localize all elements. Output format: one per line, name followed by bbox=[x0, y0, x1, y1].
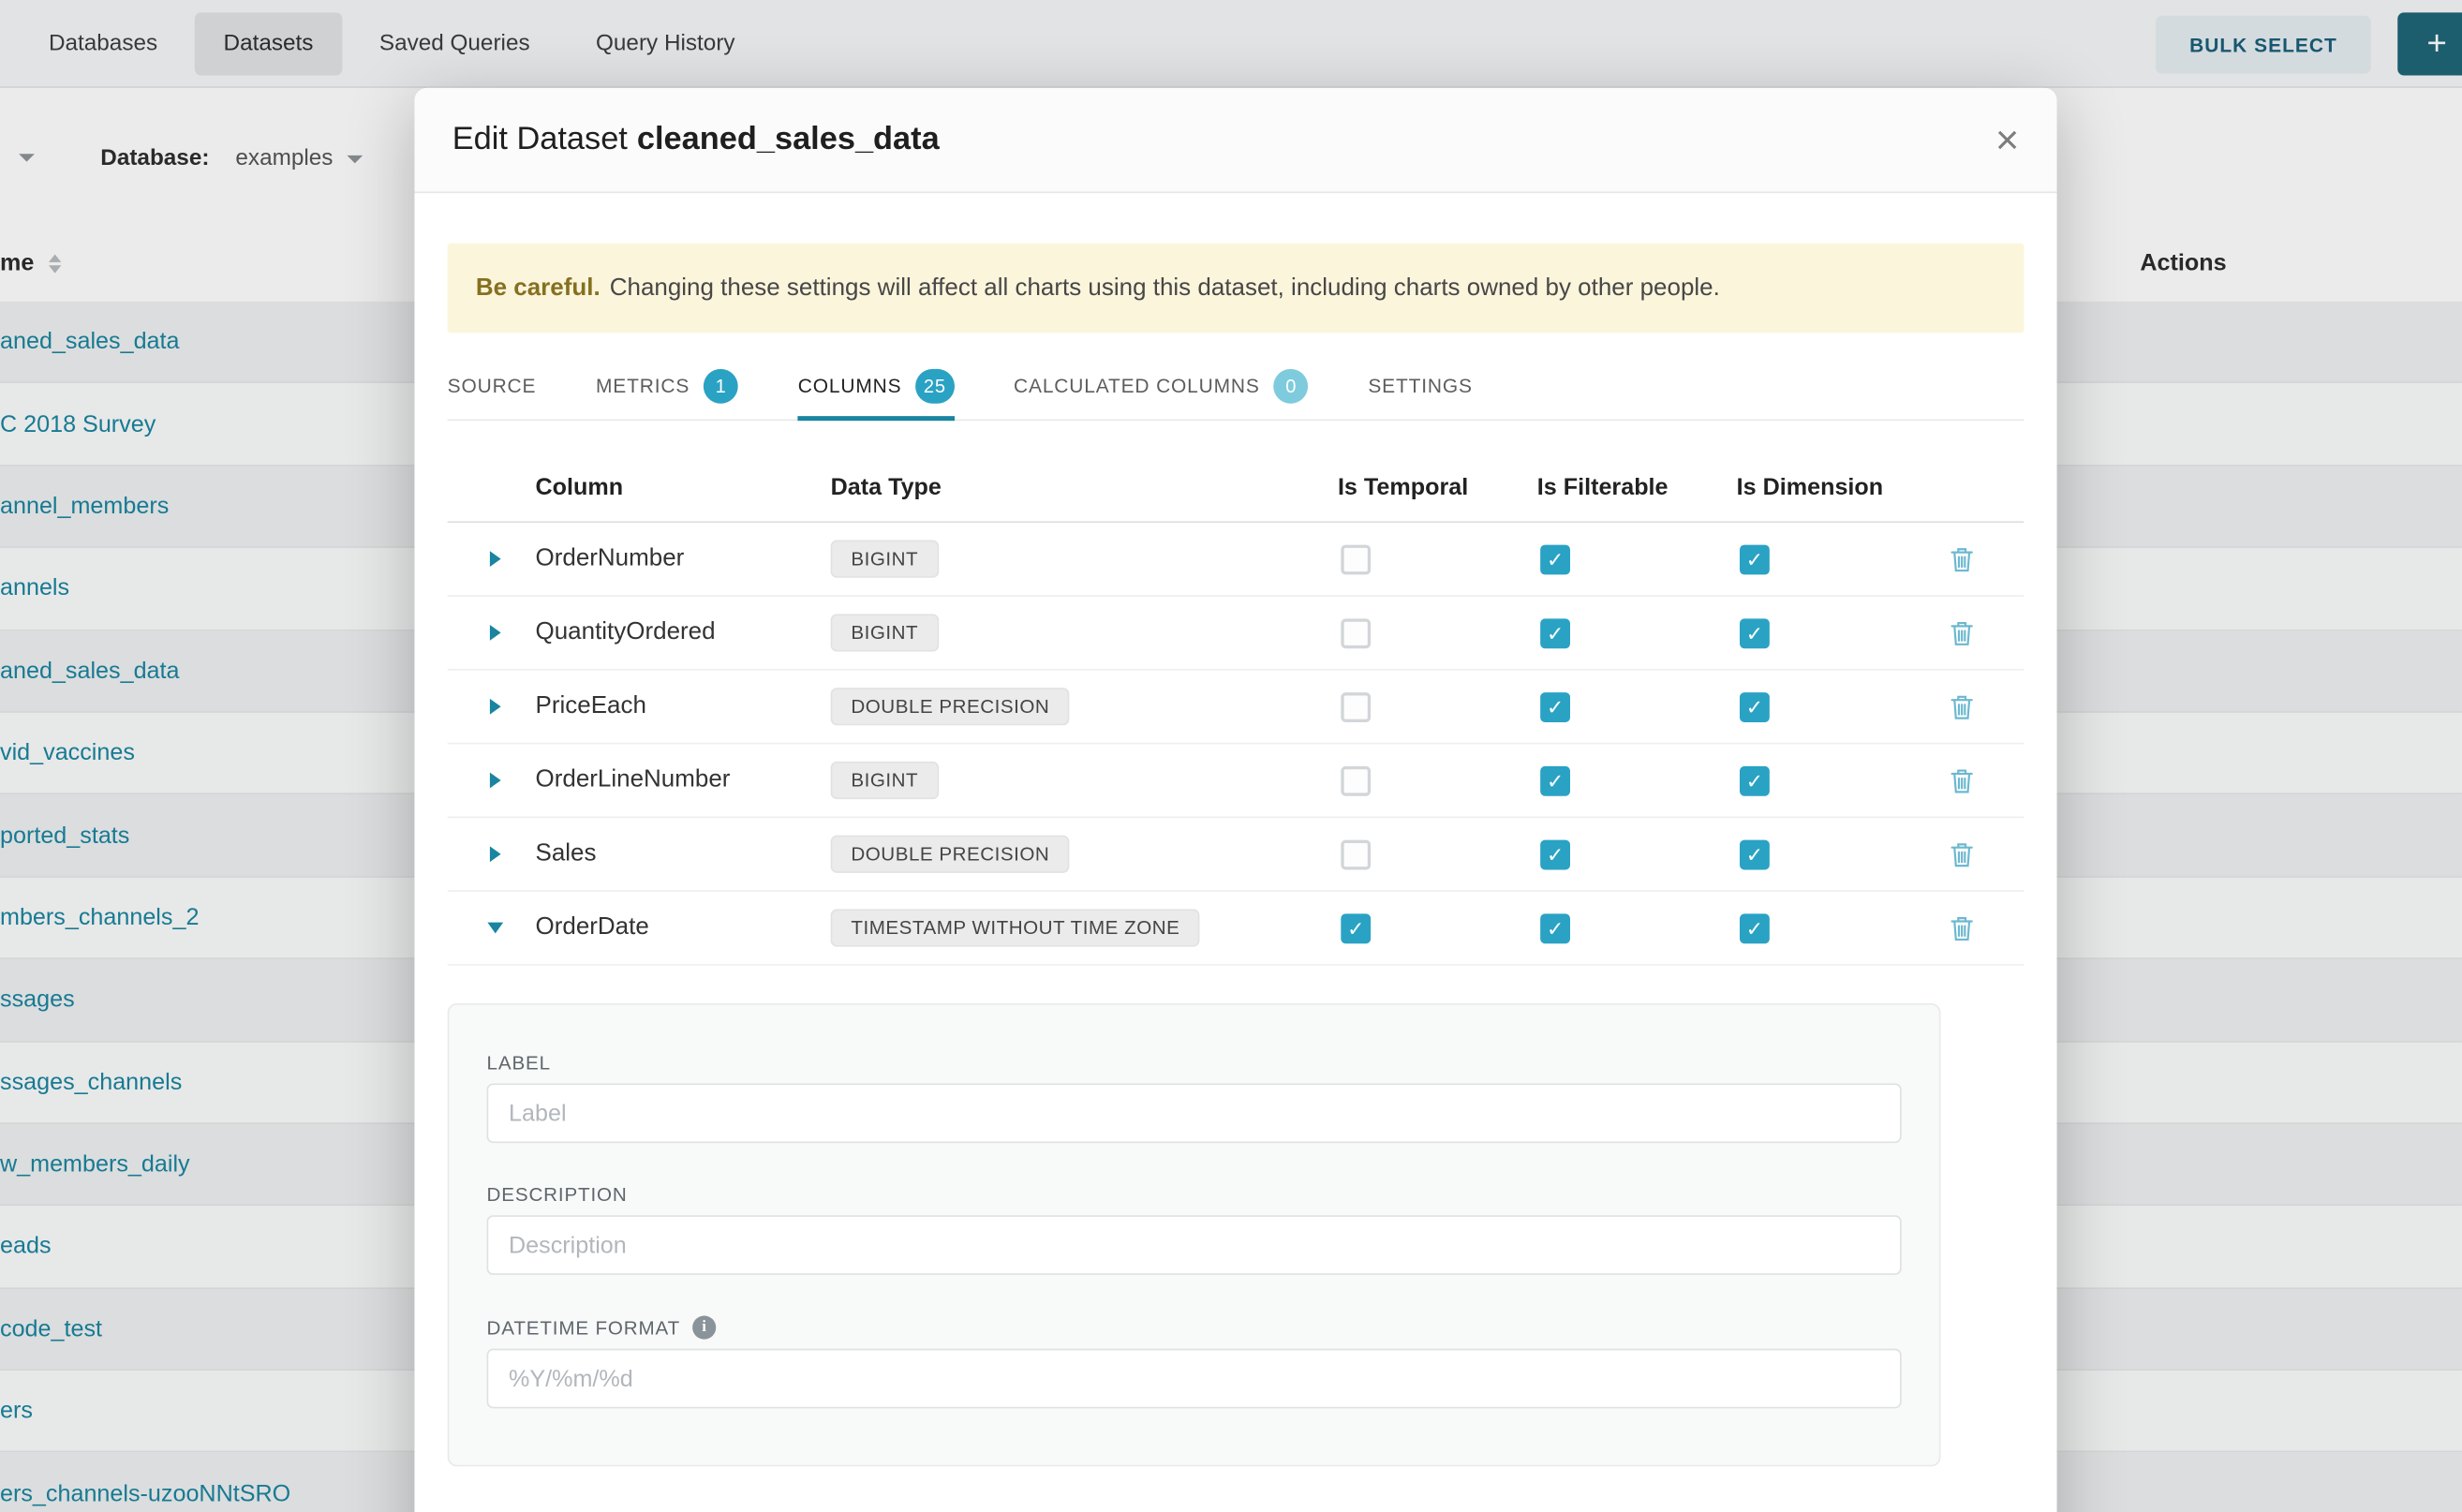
is-filterable-checkbox[interactable] bbox=[1540, 913, 1570, 943]
data-type-pill: BIGINT bbox=[831, 614, 939, 651]
data-type-pill: DOUBLE PRECISION bbox=[831, 688, 1070, 725]
warning-alert-text: Changing these settings will affect all … bbox=[610, 274, 1720, 302]
tab-columns-label: COLUMNS bbox=[798, 376, 902, 397]
is-filterable-header: Is Filterable bbox=[1537, 473, 1737, 499]
column-row-expanded: OrderDate TIMESTAMP WITHOUT TIME ZONE bbox=[448, 892, 2024, 966]
info-icon[interactable] bbox=[692, 1315, 716, 1339]
tab-source[interactable]: SOURCE bbox=[448, 353, 537, 419]
modal-tabs: SOURCE METRICS 1 COLUMNS 25 CALCULATED C… bbox=[448, 353, 2024, 421]
metrics-count-badge: 1 bbox=[704, 369, 738, 404]
tab-source-label: SOURCE bbox=[448, 376, 537, 397]
is-temporal-checkbox[interactable] bbox=[1341, 839, 1371, 869]
label-field-group: LABEL bbox=[487, 1052, 1902, 1143]
data-type-pill: BIGINT bbox=[831, 762, 939, 799]
is-temporal-checkbox[interactable] bbox=[1341, 544, 1371, 574]
column-row: PriceEach DOUBLE PRECISION bbox=[448, 671, 2024, 745]
is-dimension-checkbox[interactable] bbox=[1740, 691, 1770, 721]
description-field-group: DESCRIPTION bbox=[487, 1184, 1902, 1275]
column-header: Column bbox=[536, 473, 831, 499]
edit-dataset-modal: Edit Datasetcleaned_sales_data × Be care… bbox=[414, 88, 2056, 1512]
delete-column-icon[interactable] bbox=[1950, 619, 1974, 645]
description-input[interactable] bbox=[487, 1215, 1902, 1275]
tab-calculated-columns[interactable]: CALCULATED COLUMNS 0 bbox=[1014, 353, 1309, 419]
columns-table-header: Column Data Type Is Temporal Is Filterab… bbox=[448, 452, 2024, 523]
tab-settings-label: SETTINGS bbox=[1368, 376, 1472, 397]
is-dimension-checkbox[interactable] bbox=[1740, 913, 1770, 943]
modal-header: Edit Datasetcleaned_sales_data × bbox=[414, 88, 2056, 193]
column-row: OrderLineNumber BIGINT bbox=[448, 744, 2024, 818]
modal-body: Be careful. Changing these settings will… bbox=[414, 193, 2056, 1466]
is-temporal-checkbox[interactable] bbox=[1341, 765, 1371, 795]
app-screen: Databases Datasets Saved Queries Query H… bbox=[0, 0, 2462, 1512]
is-temporal-checkbox[interactable] bbox=[1341, 618, 1371, 648]
columns-table: Column Data Type Is Temporal Is Filterab… bbox=[448, 452, 2024, 966]
column-row: OrderNumber BIGINT bbox=[448, 523, 2024, 597]
is-filterable-checkbox[interactable] bbox=[1540, 691, 1570, 721]
tab-metrics-label: METRICS bbox=[596, 376, 690, 397]
column-editor-panel: LABEL DESCRIPTION DATETIME FORMAT bbox=[448, 1003, 1941, 1466]
data-type-pill: TIMESTAMP WITHOUT TIME ZONE bbox=[831, 909, 1201, 946]
is-temporal-checkbox[interactable] bbox=[1341, 913, 1371, 943]
expand-caret-icon[interactable] bbox=[490, 773, 501, 789]
delete-column-icon[interactable] bbox=[1950, 693, 1974, 719]
expand-caret-icon[interactable] bbox=[490, 625, 501, 641]
delete-column-icon[interactable] bbox=[1950, 545, 1974, 571]
datetime-format-field-label: DATETIME FORMAT bbox=[487, 1315, 1902, 1339]
is-dimension-checkbox[interactable] bbox=[1740, 544, 1770, 574]
description-field-label: DESCRIPTION bbox=[487, 1184, 1902, 1206]
datetime-format-field-group: DATETIME FORMAT bbox=[487, 1315, 1902, 1408]
tab-metrics[interactable]: METRICS 1 bbox=[596, 353, 738, 419]
is-filterable-checkbox[interactable] bbox=[1540, 839, 1570, 869]
data-type-pill: BIGINT bbox=[831, 541, 939, 578]
is-filterable-checkbox[interactable] bbox=[1540, 544, 1570, 574]
column-name: OrderDate bbox=[536, 913, 831, 941]
column-name: OrderLineNumber bbox=[536, 766, 831, 794]
expand-caret-icon[interactable] bbox=[490, 699, 501, 715]
is-dimension-checkbox[interactable] bbox=[1740, 765, 1770, 795]
is-filterable-checkbox[interactable] bbox=[1540, 765, 1570, 795]
label-input[interactable] bbox=[487, 1083, 1902, 1143]
column-row: Sales DOUBLE PRECISION bbox=[448, 818, 2024, 892]
delete-column-icon[interactable] bbox=[1950, 840, 1974, 867]
warning-alert-strong: Be careful. bbox=[476, 274, 601, 302]
column-name: OrderNumber bbox=[536, 545, 831, 573]
is-dimension-header: Is Dimension bbox=[1737, 473, 1936, 499]
columns-count-badge: 25 bbox=[916, 369, 955, 404]
column-name: Sales bbox=[536, 840, 831, 868]
tab-settings[interactable]: SETTINGS bbox=[1368, 353, 1472, 419]
is-dimension-checkbox[interactable] bbox=[1740, 839, 1770, 869]
modal-title-dataset-name: cleaned_sales_data bbox=[637, 121, 940, 157]
modal-title-prefix: Edit Dataset bbox=[452, 121, 628, 157]
expand-caret-icon[interactable] bbox=[490, 551, 501, 567]
modal-title: Edit Datasetcleaned_sales_data bbox=[452, 121, 940, 158]
tab-calculated-columns-label: CALCULATED COLUMNS bbox=[1014, 376, 1260, 397]
is-dimension-checkbox[interactable] bbox=[1740, 618, 1770, 648]
column-name: QuantityOrdered bbox=[536, 618, 831, 646]
data-type-pill: DOUBLE PRECISION bbox=[831, 836, 1070, 873]
label-field-label: LABEL bbox=[487, 1052, 1902, 1074]
collapse-caret-icon[interactable] bbox=[487, 923, 503, 934]
tab-columns[interactable]: COLUMNS 25 bbox=[798, 353, 955, 419]
is-filterable-checkbox[interactable] bbox=[1540, 618, 1570, 648]
is-temporal-header: Is Temporal bbox=[1338, 473, 1537, 499]
datetime-format-input[interactable] bbox=[487, 1349, 1902, 1409]
delete-column-icon[interactable] bbox=[1950, 914, 1974, 941]
delete-column-icon[interactable] bbox=[1950, 767, 1974, 793]
column-name: PriceEach bbox=[536, 692, 831, 720]
calculated-columns-count-badge: 0 bbox=[1274, 369, 1309, 404]
column-row: QuantityOrdered BIGINT bbox=[448, 597, 2024, 671]
is-temporal-checkbox[interactable] bbox=[1341, 691, 1371, 721]
warning-alert: Be careful. Changing these settings will… bbox=[448, 244, 2024, 334]
data-type-header: Data Type bbox=[831, 473, 1338, 499]
expand-caret-icon[interactable] bbox=[490, 846, 501, 862]
close-icon[interactable]: × bbox=[1995, 119, 2019, 160]
